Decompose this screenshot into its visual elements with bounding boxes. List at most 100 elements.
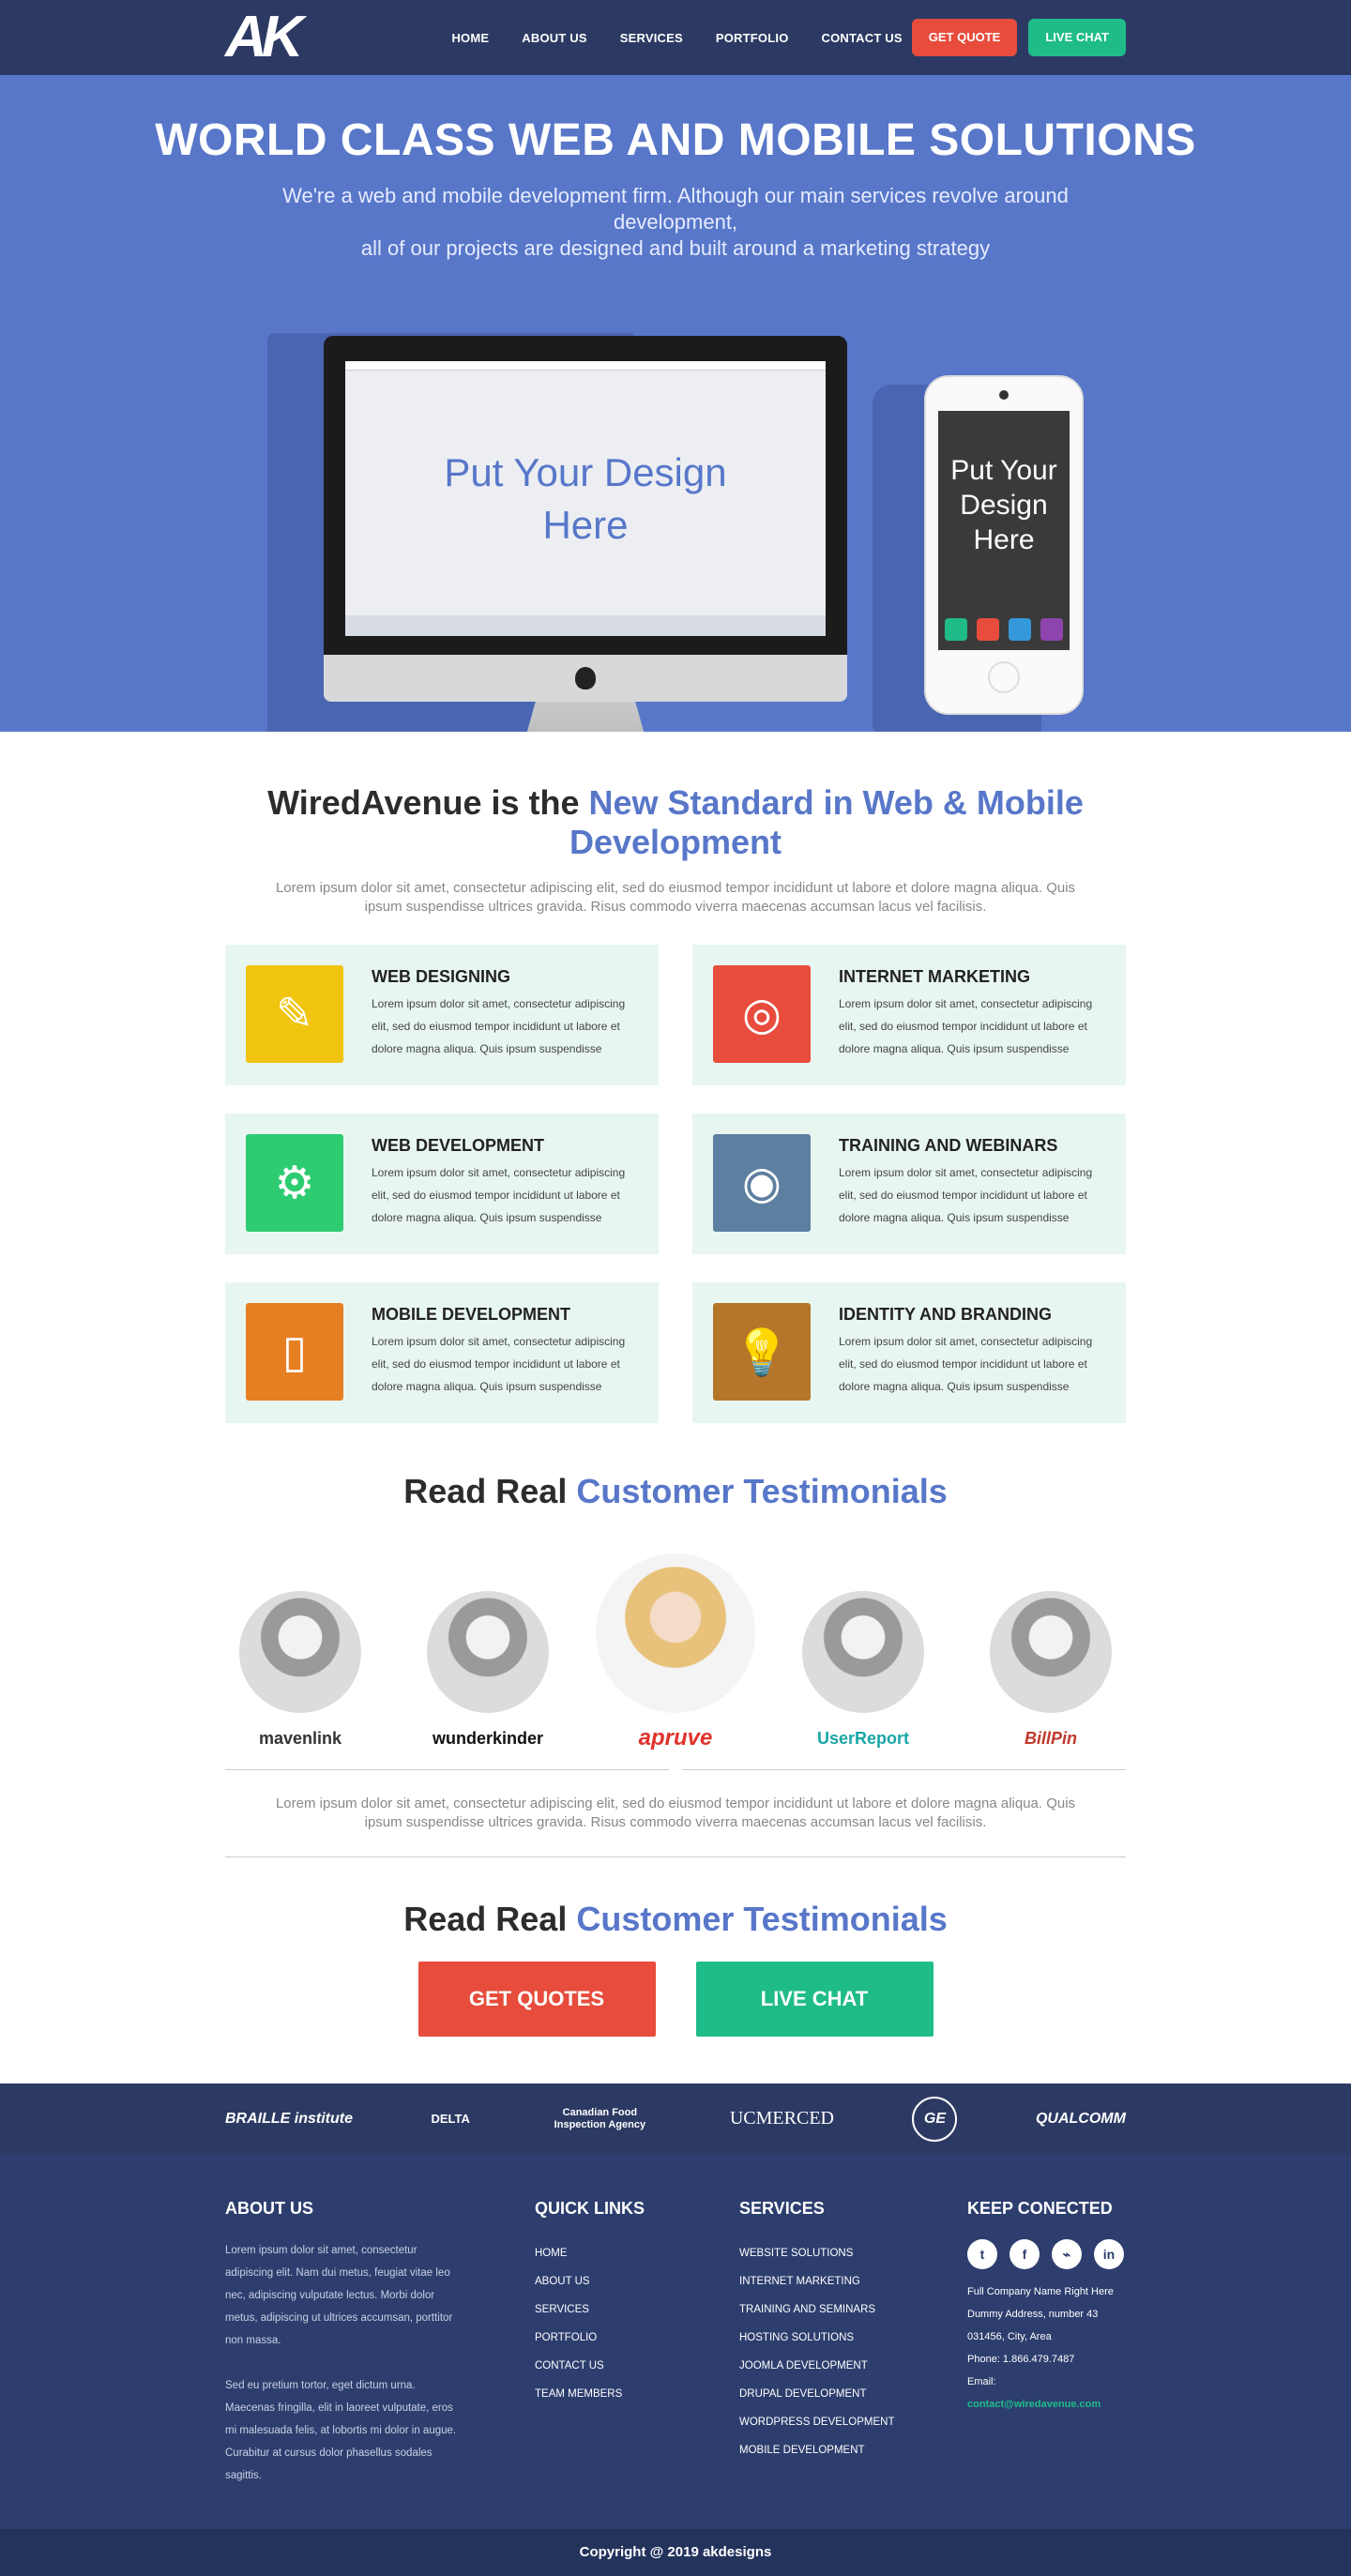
phone-text-line-2: Design <box>960 490 1048 521</box>
nav-home[interactable]: HOME <box>451 31 489 45</box>
nav-portfolio[interactable]: PORTFOLIO <box>716 31 789 45</box>
service-card-internet-marketing[interactable]: ◎ INTERNET MARKETING Lorem ipsum dolor si… <box>692 945 1126 1085</box>
caret-icon <box>668 1769 683 1778</box>
testimonial-person[interactable]: wunderkinder <box>413 1591 563 1750</box>
testimonial-person-active[interactable]: apruve <box>596 1553 755 1750</box>
copyright: Copyright @ 2019 akdesigns <box>0 2529 1351 2576</box>
cta-buttons: GET QUOTES LIVE CHAT <box>225 1962 1126 2037</box>
service-text: Lorem ipsum dolor sit amet, consectetur … <box>372 1166 626 1224</box>
cta-title-highlight: Customer Testimonials <box>576 1900 948 1938</box>
monitor-taskbar <box>345 615 826 636</box>
testimonial-person[interactable]: UserReport <box>788 1591 938 1750</box>
client-logo: mavenlink <box>258 1729 342 1748</box>
services-title-plain: WiredAvenue is the <box>267 783 589 822</box>
monitor-screen: Put Your Design Here <box>324 336 847 655</box>
email-label: Email: <box>967 2376 996 2387</box>
testimonial-divider-bottom <box>225 1856 1126 1857</box>
testimonials-section: Read Real Customer Testimonials mavenlin… <box>0 1423 1351 1857</box>
logo[interactable]: AK <box>225 8 304 67</box>
footer-columns: ABOUT US Lorem ipsum dolor sit amet, con… <box>225 2199 1126 2487</box>
avatar <box>596 1553 755 1713</box>
nav-services[interactable]: SERVICES <box>620 31 683 45</box>
footer-link-services[interactable]: SERVICES <box>535 2296 739 2324</box>
footer-service-link[interactable]: WORDPRESS DEVELOPMENT <box>739 2408 967 2436</box>
target-icon: ◎ <box>713 965 811 1063</box>
ucmerced-logo: UCMERCED <box>729 2108 834 2129</box>
testimonial-person[interactable]: BillPin <box>976 1591 1126 1750</box>
address-line: Full Company Name Right Here <box>967 2286 1114 2297</box>
footer-service-link[interactable]: INTERNET MARKETING <box>739 2267 967 2296</box>
footer-link-portfolio[interactable]: PORTFOLIO <box>535 2324 739 2352</box>
services-grid: ✎ WEB DESIGNING Lorem ipsum dolor sit ame… <box>225 945 1126 1423</box>
facebook-icon[interactable]: f <box>1009 2239 1040 2269</box>
hero-title: WORLD CLASS WEB AND MOBILE SOLUTIONS <box>155 115 1196 165</box>
cta-title: Read Real Customer Testimonials <box>225 1900 1126 1939</box>
services-lead: Lorem ipsum dolor sit amet, consectetur … <box>275 880 1076 915</box>
monitor-display: Put Your Design Here <box>345 361 826 636</box>
lightbulb-icon: 💡 <box>713 1303 811 1401</box>
client-logo: apruve <box>638 1725 713 1750</box>
rss-icon[interactable]: ⌁ <box>1052 2239 1082 2269</box>
footer-link-contact[interactable]: CONTACT US <box>535 2352 739 2380</box>
service-card-identity-branding[interactable]: 💡 IDENTITY AND BRANDING Lorem ipsum dolor… <box>692 1282 1126 1423</box>
footer-service-link[interactable]: DRUPAL DEVELOPMENT <box>739 2380 967 2408</box>
footer-connect: KEEP CONECTED t f ⌁ in Full Company Name… <box>967 2199 1126 2487</box>
monitor-mockup: Put Your Design Here <box>324 336 847 732</box>
service-text: Lorem ipsum dolor sit amet, consectetur … <box>839 997 1093 1055</box>
phone-app-icon <box>977 618 999 641</box>
hero-subtitle-line-2: all of our projects are designed and bui… <box>360 236 991 260</box>
email-link[interactable]: contact@wiredavenue.com <box>967 2399 1101 2410</box>
service-card-mobile-development[interactable]: ▯ MOBILE DEVELOPMENT Lorem ipsum dolor si… <box>225 1282 659 1423</box>
phone-text-line-3: Here <box>973 524 1035 555</box>
top-nav: AK HOME ABOUT US SERVICES PORTFOLIO CONT… <box>0 0 1351 75</box>
phone-app-icon <box>945 618 967 641</box>
hero-subtitle-line-1: We're a web and mobile development firm.… <box>282 184 1069 234</box>
smartphone-icon: ▯ <box>246 1303 343 1401</box>
social-icons: t f ⌁ in <box>967 2239 1126 2269</box>
cta-section: Read Real Customer Testimonials GET QUOT… <box>0 1857 1351 2084</box>
footer-link-home[interactable]: HOME <box>535 2239 739 2267</box>
cta-title-plain: Read Real <box>403 1900 577 1938</box>
service-card-web-development[interactable]: ⚙ WEB DEVELOPMENT Lorem ipsum dolor sit a… <box>225 1114 659 1254</box>
service-text: Lorem ipsum dolor sit amet, consectetur … <box>372 997 626 1055</box>
services-title-highlight: New Standard in Web & Mobile Development <box>569 783 1084 861</box>
client-logo: UserReport <box>816 1729 910 1748</box>
phone-app-icons <box>945 618 1063 641</box>
linkedin-icon[interactable]: in <box>1094 2239 1124 2269</box>
service-title: IDENTITY AND BRANDING <box>839 1305 1053 1324</box>
partner-logos: BRAILLE institute DELTA Canadian Food In… <box>0 2084 1351 2154</box>
phone-home-button <box>988 661 1020 693</box>
twitter-icon[interactable]: t <box>967 2239 997 2269</box>
address-line: 031456, City, Area <box>967 2331 1052 2342</box>
avatar <box>802 1591 924 1713</box>
live-chat-cta-button[interactable]: LIVE CHAT <box>695 1962 934 2037</box>
service-card-training-webinars[interactable]: ◉ TRAINING AND WEBINARS Lorem ipsum dolor… <box>692 1114 1126 1254</box>
braille-institute-logo: BRAILLE institute <box>225 2110 353 2127</box>
service-text: Lorem ipsum dolor sit amet, consectetur … <box>839 1335 1093 1393</box>
live-chat-button[interactable]: LIVE CHAT <box>1028 19 1126 56</box>
footer-link-team[interactable]: TEAM MEMBERS <box>535 2380 739 2408</box>
footer-link-about[interactable]: ABOUT US <box>535 2267 739 2296</box>
browser-bar <box>345 361 826 371</box>
services-title: WiredAvenue is the New Standard in Web &… <box>225 783 1126 862</box>
main-menu: HOME ABOUT US SERVICES PORTFOLIO CONTACT… <box>418 19 1126 56</box>
footer-service-link[interactable]: HOSTING SOLUTIONS <box>739 2324 967 2352</box>
nav-contact[interactable]: CONTACT US <box>822 31 903 45</box>
monitor-text-line-1: Put Your Design <box>444 449 727 494</box>
footer-service-link[interactable]: WEBSITE SOLUTIONS <box>739 2239 967 2267</box>
testimonial-person[interactable]: mavenlink <box>225 1591 375 1750</box>
avatar <box>239 1591 361 1713</box>
service-title: WEB DEVELOPMENT <box>372 1136 545 1155</box>
service-title: WEB DESIGNING <box>372 967 511 986</box>
get-quotes-button[interactable]: GET QUOTES <box>417 1962 656 2037</box>
monitor-stand <box>520 702 651 732</box>
phone-camera <box>999 390 1009 400</box>
get-quote-button[interactable]: GET QUOTE <box>911 19 1018 56</box>
footer-service-link[interactable]: TRAINING AND SEMINARS <box>739 2296 967 2324</box>
footer-service-link[interactable]: JOOMLA DEVELOPMENT <box>739 2352 967 2380</box>
service-card-web-designing[interactable]: ✎ WEB DESIGNING Lorem ipsum dolor sit ame… <box>225 945 659 1085</box>
qualcomm-logo: QUALCOMM <box>1035 2110 1126 2127</box>
footer-service-link[interactable]: MOBILE DEVELOPMENT <box>739 2436 967 2464</box>
testimonial-divider <box>225 1769 1126 1778</box>
nav-about[interactable]: ABOUT US <box>522 31 587 45</box>
